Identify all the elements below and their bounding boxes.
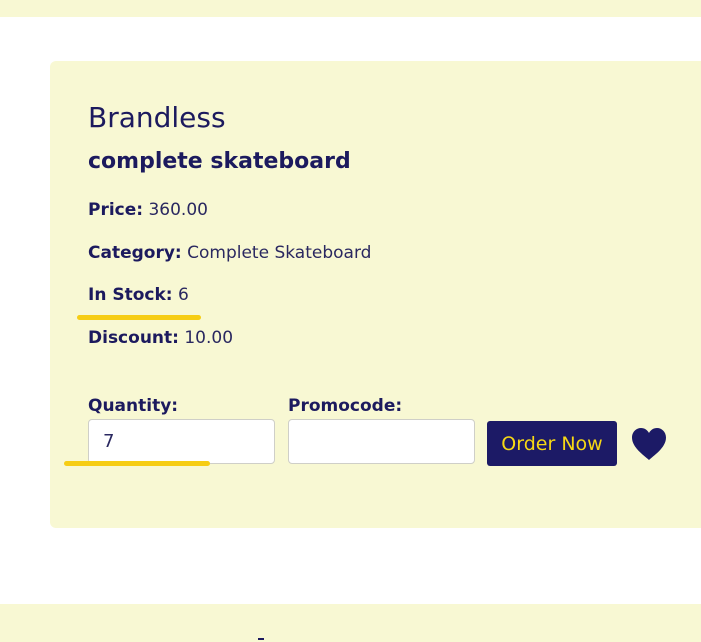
quantity-label: Quantity: (88, 396, 179, 416)
price-value: 360.00 (148, 200, 208, 220)
category-row: Category: Complete Skateboard (88, 242, 371, 264)
order-now-button[interactable]: Order Now (487, 421, 617, 466)
product-brand: Brandless (88, 101, 226, 134)
next-card-text-fragment (258, 638, 264, 640)
stock-value: 6 (177, 285, 189, 305)
discount-label: Discount: (88, 328, 179, 348)
promocode-label: Promocode: (288, 396, 403, 416)
category-label: Category: (88, 243, 182, 263)
quantity-input[interactable] (88, 419, 275, 464)
previous-card-edge (0, 0, 701, 17)
promocode-input[interactable] (288, 419, 475, 464)
discount-value: 10.00 (184, 328, 234, 348)
price-label: Price: (88, 200, 144, 220)
discount-row: Discount: 10.00 (88, 327, 233, 349)
product-name: complete skateboard (88, 149, 351, 174)
stock-row: In Stock: 6 (88, 284, 189, 306)
stock-highlight-underline (77, 315, 201, 320)
quantity-highlight-underline (64, 461, 210, 466)
category-value: Complete Skateboard (187, 243, 372, 263)
price-row: Price: 360.00 (88, 199, 208, 221)
next-card-edge (0, 604, 701, 642)
stock-label: In Stock: (88, 285, 173, 305)
heart-icon[interactable] (631, 427, 667, 461)
